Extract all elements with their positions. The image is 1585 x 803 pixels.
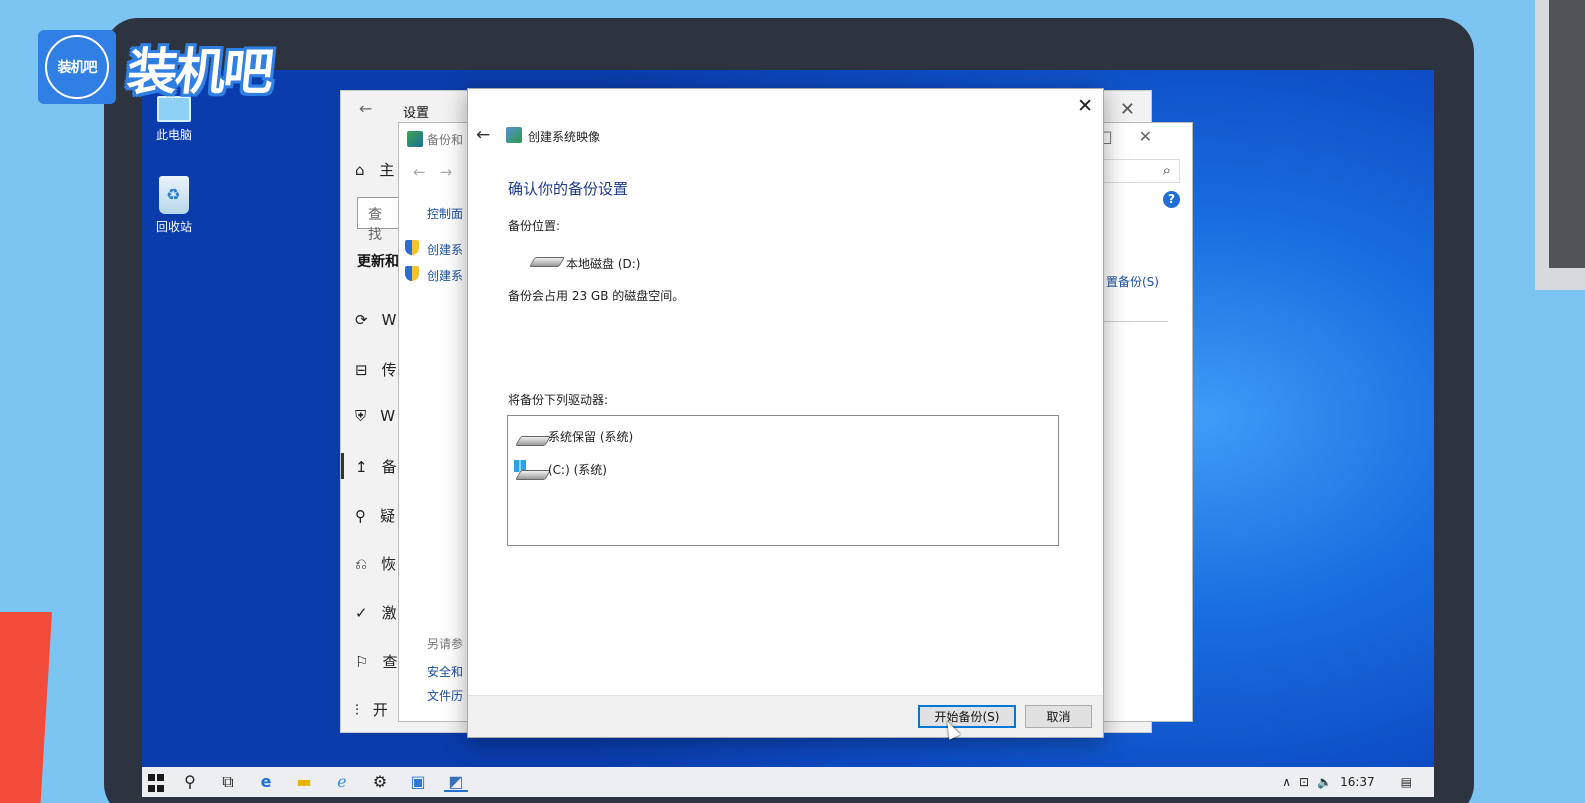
start-backup-button[interactable]: 开始备份(S) xyxy=(918,705,1016,728)
see-also-label: 另请参 xyxy=(427,637,464,651)
nav-item-recovery[interactable]: ⎌ 恢 xyxy=(355,553,396,574)
wrench-icon: ⚲ xyxy=(355,507,366,525)
link-create-disc[interactable]: 创建系 xyxy=(427,267,463,284)
nav-item-label: W xyxy=(381,311,397,329)
recovery-icon: ⎌ xyxy=(355,555,368,573)
edge-icon[interactable]: e xyxy=(254,772,278,792)
delivery-icon: ⊟ xyxy=(355,361,368,379)
chevron-up-icon[interactable]: ∧ xyxy=(1282,775,1291,789)
back-arrow-icon[interactable]: ← xyxy=(476,125,490,145)
check-circle-icon: ✓ xyxy=(355,604,368,622)
settings-icon[interactable]: ⚙ xyxy=(368,772,392,792)
control-panel-icon[interactable]: ▣ xyxy=(406,772,430,792)
refresh-icon: ⟳ xyxy=(355,311,368,329)
shield-icon xyxy=(405,266,419,281)
developer-icon: ⫶ xyxy=(355,701,359,719)
close-icon[interactable]: ✕ xyxy=(1120,99,1135,120)
nav-item-label: W xyxy=(380,407,396,425)
dialog-footer: 开始备份(S) 取消 xyxy=(468,695,1103,737)
section-heading: 更新和 xyxy=(357,254,399,270)
nav-item-label: 激 xyxy=(381,604,397,622)
drive-icon xyxy=(529,257,565,267)
divider xyxy=(1104,321,1168,322)
nav-item-label: 开 xyxy=(372,701,388,719)
page-heading: 确认你的备份设置 xyxy=(508,180,629,198)
cancel-button[interactable]: 取消 xyxy=(1025,705,1092,728)
dialog-title: 创建系统映像 xyxy=(528,130,601,144)
window-controls[interactable]: □✕ xyxy=(1097,127,1178,146)
drives-label: 将备份下列驱动器: xyxy=(508,393,609,407)
nav-item-label: 疑 xyxy=(380,507,396,525)
desktop-icon-label: 此电脑 xyxy=(155,128,192,142)
system-image-icon[interactable]: ◩ xyxy=(444,772,468,792)
task-view-icon[interactable]: ⧉ xyxy=(216,772,240,792)
nav-item-backup[interactable]: ↥ 备 xyxy=(355,456,397,477)
active-indicator xyxy=(341,453,344,479)
backup-location-label: 备份位置: xyxy=(508,219,561,233)
list-item: 系统保留 (系统) xyxy=(548,430,634,444)
nav-item-security[interactable]: ⛨ W xyxy=(355,407,395,425)
space-note: 备份会占用 23 GB 的磁盘空间。 xyxy=(508,289,685,303)
nav-item-troubleshoot[interactable]: ⚲ 疑 xyxy=(355,505,395,526)
window-title: 设置 xyxy=(403,106,430,121)
shield-icon: ⛨ xyxy=(355,407,367,425)
desktop-icon-label: 回收站 xyxy=(155,220,192,234)
brand-wordmark: 装机吧 xyxy=(124,43,275,101)
nav-arrows-icon[interactable]: ←→ xyxy=(413,163,466,181)
ie-icon[interactable]: ℯ xyxy=(330,772,354,792)
nav-item-delivery[interactable]: ⊟ 传 xyxy=(355,359,397,380)
close-icon[interactable]: ✕ xyxy=(1077,95,1093,117)
nav-item-activation[interactable]: ✓ 激 xyxy=(355,602,397,623)
window-title: 备份和 xyxy=(427,133,464,147)
volume-icon[interactable]: 🔈 xyxy=(1317,775,1332,789)
search-icon[interactable]: ⚲ xyxy=(178,772,202,792)
notification-icon[interactable]: ▤ xyxy=(1401,775,1412,789)
clock[interactable]: 16:37 xyxy=(1340,775,1375,789)
link-setup-backup[interactable]: 置备份(S) xyxy=(1106,273,1159,290)
system-tray: ∧ ⊡ 🔈 16:37 ▤ xyxy=(1282,767,1434,797)
recycle-bin-icon xyxy=(159,176,189,214)
desktop-icon-recycle-bin[interactable]: 回收站 xyxy=(142,176,209,235)
drives-list[interactable]: 系统保留 (系统) (C:) (系统) xyxy=(507,415,1059,546)
nav-item-label: 查 xyxy=(382,653,398,671)
home-icon: ⌂ xyxy=(355,161,365,179)
nav-item-label: 备 xyxy=(381,458,397,476)
nav-item-find-device[interactable]: ⚐ 查 xyxy=(355,651,397,672)
system-image-icon xyxy=(506,127,522,143)
backup-icon: ↥ xyxy=(355,458,368,476)
brand-badge: 装机吧 xyxy=(38,30,116,104)
drive-icon xyxy=(515,436,551,446)
background-panel xyxy=(1535,0,1585,290)
windows-drive-icon xyxy=(515,470,551,480)
back-arrow-icon[interactable]: ← xyxy=(359,99,372,118)
taskbar: ⚲ ⧉ e ▬ ℯ ⚙ ▣ ◩ ∧ ⊡ 🔈 16:37 ▤ xyxy=(142,767,1434,797)
brand-badge-text: 装机吧 xyxy=(45,35,109,99)
explorer-icon[interactable]: ▬ xyxy=(292,772,316,792)
search-input[interactable]: 查找 xyxy=(357,197,403,243)
breadcrumb-control-panel[interactable]: 控制面 xyxy=(427,205,463,222)
nav-item-label: 传 xyxy=(381,361,397,379)
network-icon[interactable]: ⊡ xyxy=(1299,775,1309,789)
shield-icon xyxy=(405,240,419,255)
list-item: (C:) (系统) xyxy=(548,463,607,477)
nav-item-label: 恢 xyxy=(381,555,397,573)
find-device-icon: ⚐ xyxy=(355,653,369,671)
link-file-history[interactable]: 文件历 xyxy=(427,687,463,704)
backup-location-value: 本地磁盘 (D:) xyxy=(566,257,641,271)
link-security[interactable]: 安全和 xyxy=(427,663,463,680)
backup-restore-icon xyxy=(407,131,423,147)
help-icon[interactable]: ? xyxy=(1163,191,1180,208)
nav-item-windows-update[interactable]: ⟳ W xyxy=(355,311,396,329)
nav-home-label: 主 xyxy=(379,161,395,179)
background-accent xyxy=(0,612,52,803)
link-create-image[interactable]: 创建系 xyxy=(427,241,463,258)
nav-item-developer[interactable]: ⫶ 开 xyxy=(355,699,388,720)
create-system-image-dialog: ✕ ← 创建系统映像 确认你的备份设置 备份位置: 本地磁盘 (D:) 备份会占… xyxy=(467,88,1104,738)
start-button[interactable] xyxy=(148,774,164,794)
nav-home[interactable]: ⌂ 主 xyxy=(355,159,394,180)
